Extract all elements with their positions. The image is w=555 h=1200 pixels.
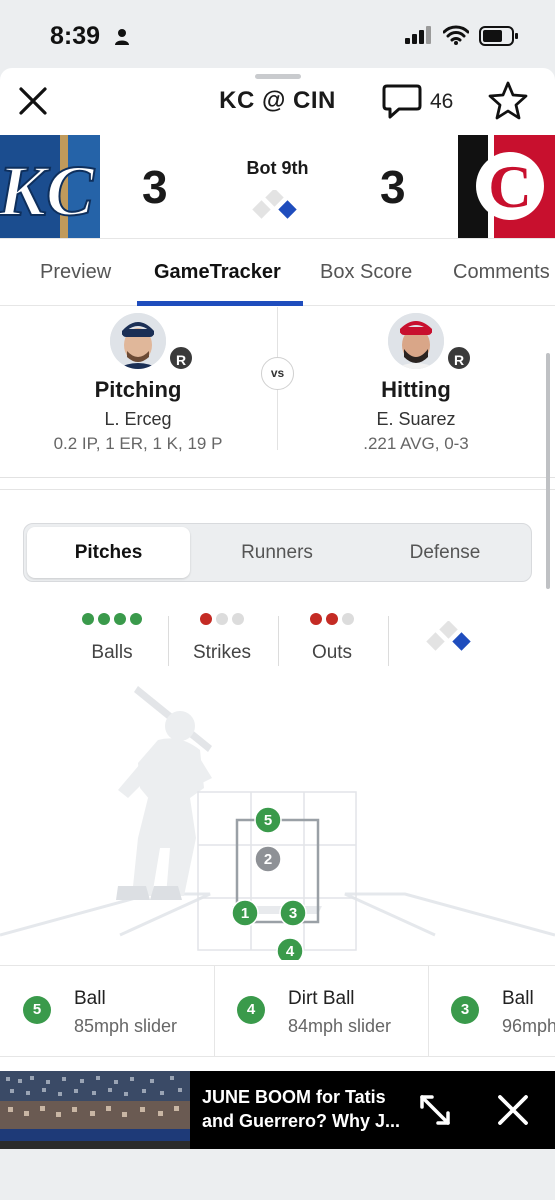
count-separator	[388, 616, 389, 666]
expand-icon[interactable]	[416, 1091, 454, 1129]
balls-dots	[57, 613, 167, 629]
video-ad-banner[interactable]: JUNE BOOM for Tatis and Guerrero? Why J.…	[0, 1071, 555, 1149]
pitcher-stats: 0.2 IP, 1 ER, 1 K, 19 P	[53, 434, 223, 453]
matchup-panel: R Pitching L. Erceg 0.2 IP, 1 ER, 1 K, 1…	[0, 307, 555, 478]
outs-count: Outs	[277, 608, 387, 664]
pitch-result: Dirt Ball	[288, 988, 355, 1009]
pitcher-name: L. Erceg	[104, 409, 172, 429]
segment-pitches[interactable]: Pitches	[27, 527, 190, 578]
pitch-number-badge: 3	[451, 996, 479, 1024]
vs-badge: vs	[261, 357, 294, 390]
pitch-number-badge: 5	[23, 996, 51, 1024]
ad-close-icon[interactable]	[496, 1093, 530, 1127]
ad-headline-line2: and Guerrero? Why J...	[202, 1111, 401, 1131]
view-segmented-control: Pitches Runners Defense	[23, 523, 532, 582]
ad-headline[interactable]: JUNE BOOM for Tatis and Guerrero? Why J.…	[202, 1085, 412, 1133]
pitch-list: 5 Ball 85mph slider 4 Dirt Ball 84mph sl…	[0, 965, 555, 1057]
pitch-marker[interactable]: 4	[276, 937, 304, 960]
tab-comments[interactable]: Comments	[453, 239, 550, 305]
batter-stats: .221 AVG, 0-3	[363, 434, 469, 453]
strike-dot	[216, 613, 228, 625]
person-icon	[115, 29, 129, 45]
pitch-detail: 85mph slider	[74, 1016, 178, 1036]
ad-thumbnail[interactable]	[0, 1071, 190, 1149]
bases-diamond-icon	[426, 621, 471, 651]
active-tab-indicator	[137, 301, 303, 306]
strike-dot	[232, 613, 244, 625]
strike-zone-graphic: 5 2 1 3 4	[0, 686, 555, 960]
pitcher-hand-badge: R	[168, 345, 194, 371]
ad-headline-line1: JUNE BOOM for Tatis	[202, 1087, 386, 1107]
pitch-list-item[interactable]: 5 Ball 85mph slider	[0, 966, 215, 1056]
pitch-marker-number: 5	[264, 812, 272, 829]
svg-text:C: C	[488, 154, 531, 220]
outs-label: Outs	[311, 642, 353, 663]
pitch-marker-number: 3	[289, 905, 297, 922]
tab-preview[interactable]: Preview	[40, 239, 111, 305]
status-time: 8:39	[50, 22, 101, 50]
segment-defense[interactable]: Defense	[362, 527, 528, 578]
status-bar: 8:39	[0, 0, 555, 68]
strike-dot	[200, 613, 212, 625]
pitch-marker[interactable]: 3	[279, 899, 307, 927]
wifi-icon	[443, 25, 469, 45]
out-dot	[326, 613, 338, 625]
batter-avatar	[388, 313, 444, 369]
ball-dot	[98, 613, 110, 625]
cin-logo: C	[458, 135, 555, 238]
pitch-result: Ball	[74, 988, 106, 1009]
balls-count: Balls	[57, 608, 167, 664]
battery-icon	[479, 26, 518, 46]
scrollbar[interactable]	[546, 353, 550, 589]
section-divider	[0, 478, 555, 490]
bottom-safe-area	[0, 1149, 555, 1200]
pitch-marker-number: 2	[264, 851, 272, 868]
balls-label: Balls	[91, 642, 133, 663]
pitch-marker-number: 1	[241, 905, 249, 922]
out-dot	[310, 613, 322, 625]
star-icon[interactable]	[487, 80, 529, 120]
ball-dot	[130, 613, 142, 625]
out-dot	[342, 613, 354, 625]
game-sheet: KC @ CIN 46 KC 3 Bot 9th 3 C Preview Gam…	[0, 68, 555, 1200]
sheet-grabber[interactable]	[255, 74, 301, 79]
pitch-detail: 96mph	[502, 1016, 555, 1036]
pitch-marker[interactable]: 1	[231, 899, 259, 927]
batter-name: E. Suarez	[376, 409, 456, 429]
strikes-count: Strikes	[167, 608, 277, 664]
tab-bar: Preview GameTracker Box Score Comments	[0, 238, 555, 306]
pitch-result: Ball	[502, 988, 534, 1009]
batter-role: Hitting	[381, 377, 451, 402]
pitcher-role: Pitching	[94, 377, 182, 402]
outs-dots	[277, 613, 387, 629]
segment-runners[interactable]: Runners	[194, 527, 360, 578]
home-score: 3	[380, 161, 406, 213]
ball-dot	[114, 613, 126, 625]
pitch-detail: 84mph slider	[288, 1016, 392, 1036]
bases-indicator	[252, 190, 297, 219]
game-title: KC @ CIN	[219, 87, 336, 114]
pitch-number-badge: 4	[237, 996, 265, 1024]
tab-box-score[interactable]: Box Score	[320, 239, 412, 305]
strikes-dots	[167, 613, 277, 629]
ball-dot	[82, 613, 94, 625]
pitcher-avatar	[110, 313, 166, 369]
comment-count[interactable]: 46	[430, 90, 453, 114]
strikes-label: Strikes	[192, 642, 252, 663]
pitch-marker[interactable]: 5	[254, 806, 282, 834]
scoreboard: KC 3 Bot 9th 3 C	[0, 135, 555, 238]
chat-bubble-icon[interactable]	[381, 82, 423, 122]
signal-icon	[405, 26, 431, 44]
pitch-marker-number: 4	[286, 943, 295, 960]
batter-hand-badge: R	[446, 345, 472, 371]
pitch-list-item[interactable]: 3 Ball 96mph	[428, 966, 555, 1056]
tab-gametracker[interactable]: GameTracker	[154, 239, 281, 305]
kc-logo: KC	[0, 135, 100, 238]
pitch-list-item[interactable]: 4 Dirt Ball 84mph slider	[214, 966, 429, 1056]
pitch-marker[interactable]: 2	[254, 845, 282, 873]
